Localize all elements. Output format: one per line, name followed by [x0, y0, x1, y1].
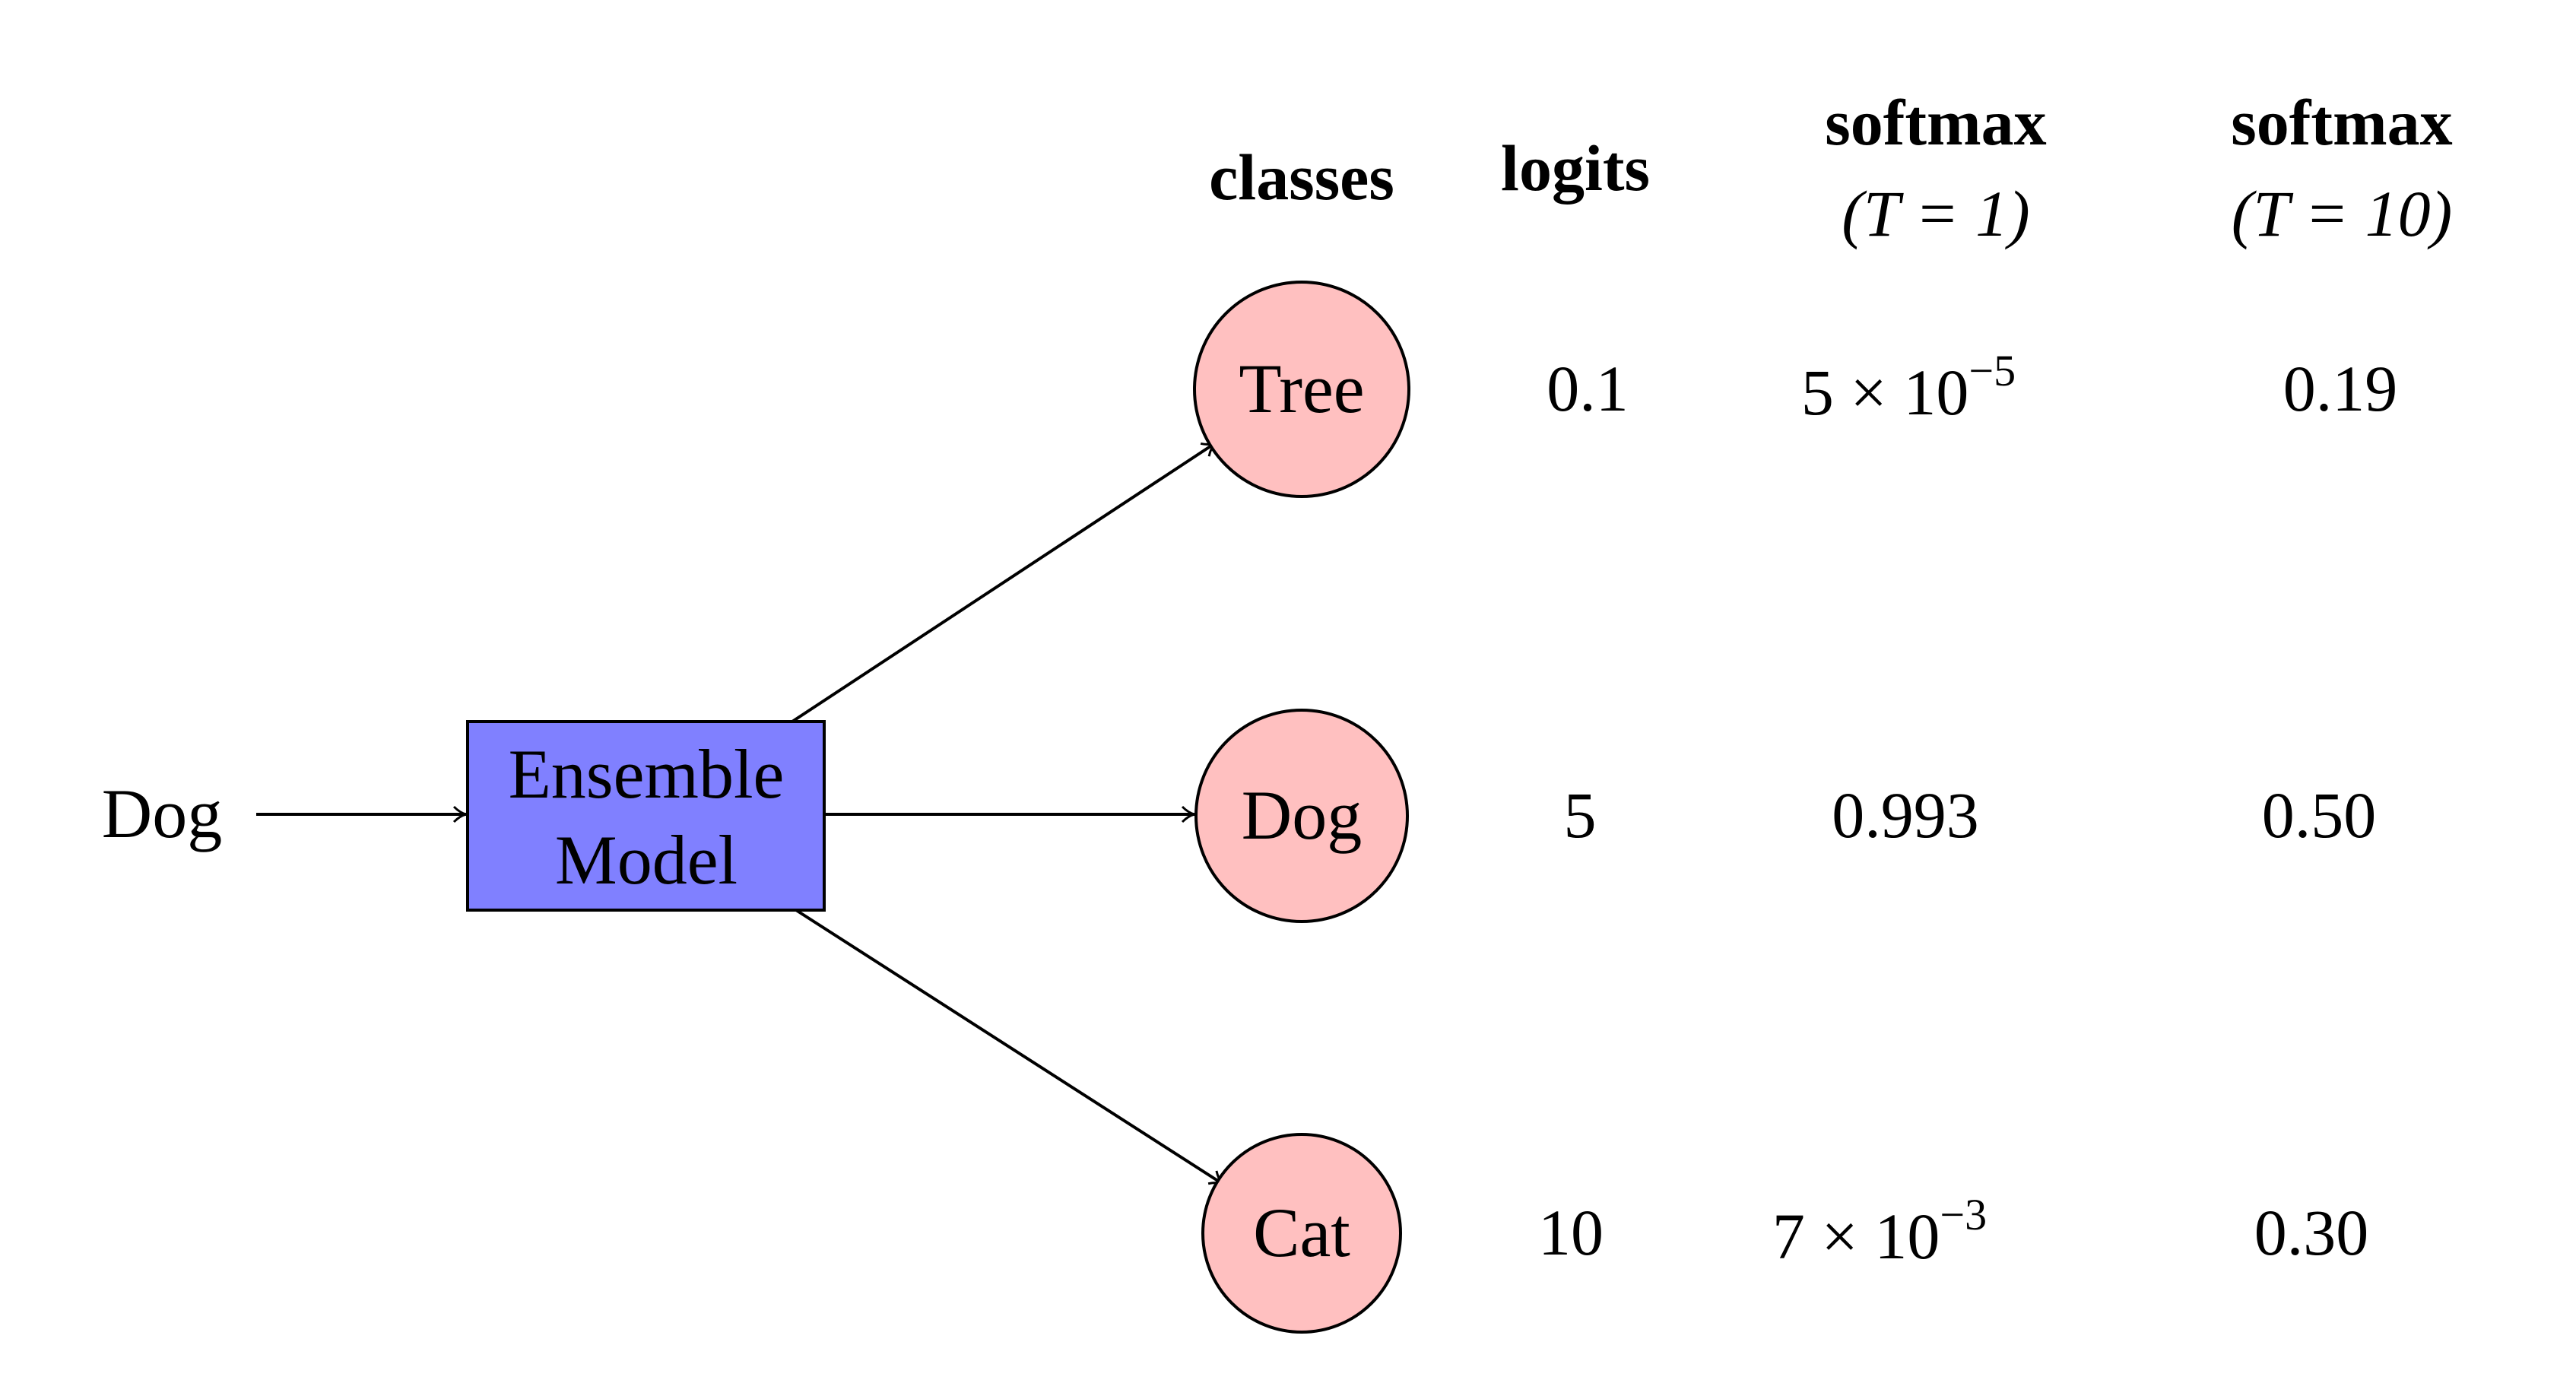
table-row: 5 0.993 0.50	[1564, 779, 2377, 852]
logit-value: 0.1	[1547, 352, 1629, 425]
logit-value: 10	[1538, 1196, 1604, 1269]
softmax-t1-exponent: −5	[1968, 346, 2016, 395]
class-node-tree: Tree	[1193, 281, 1410, 498]
softmax-t1-exponent: −3	[1940, 1190, 1987, 1239]
model-label-line2: Model	[555, 821, 738, 899]
class-node-dog: Dog	[1194, 709, 1409, 923]
class-label: Tree	[1239, 350, 1364, 427]
edge-to-tree	[791, 442, 1217, 723]
header-softmax-t10: softmax	[2231, 86, 2452, 159]
header-logits: logits	[1501, 132, 1650, 205]
header-softmax-t1-sub: (T = 1)	[1842, 177, 2030, 250]
softmax-t10-value: 0.50	[2262, 779, 2377, 852]
softmax-t10-value: 0.30	[2254, 1196, 2369, 1269]
softmax-t1-mantissa: 7 × 10	[1772, 1200, 1940, 1273]
logit-value: 5	[1564, 779, 1597, 852]
model-label-line1: Ensemble	[509, 735, 785, 813]
class-label: Dog	[1242, 776, 1362, 854]
softmax-t1-value: 5 × 10−5	[1801, 346, 2016, 429]
softmax-t1-mantissa: 5 × 10	[1801, 356, 1969, 429]
header-classes: classes	[1209, 141, 1394, 214]
class-label: Cat	[1253, 1194, 1350, 1271]
softmax-t1-value: 7 × 10−3	[1772, 1190, 1987, 1273]
table-row: 0.1 5 × 10−5 0.19	[1547, 346, 2397, 429]
softmax-t1-value: 0.993	[1832, 779, 1979, 852]
header-softmax-t1: softmax	[1825, 86, 2046, 159]
input-label: Dog	[102, 775, 222, 852]
header-softmax-t10-sub: (T = 10)	[2232, 177, 2453, 250]
class-node-cat: Cat	[1201, 1133, 1402, 1334]
softmax-t10-value: 0.19	[2283, 352, 2398, 425]
diagram-canvas: Dog Ensemble Model classes logits softma…	[102, 86, 2453, 1334]
table-row: 10 7 × 10−3 0.30	[1538, 1190, 2368, 1273]
edge-to-cat	[795, 909, 1224, 1185]
